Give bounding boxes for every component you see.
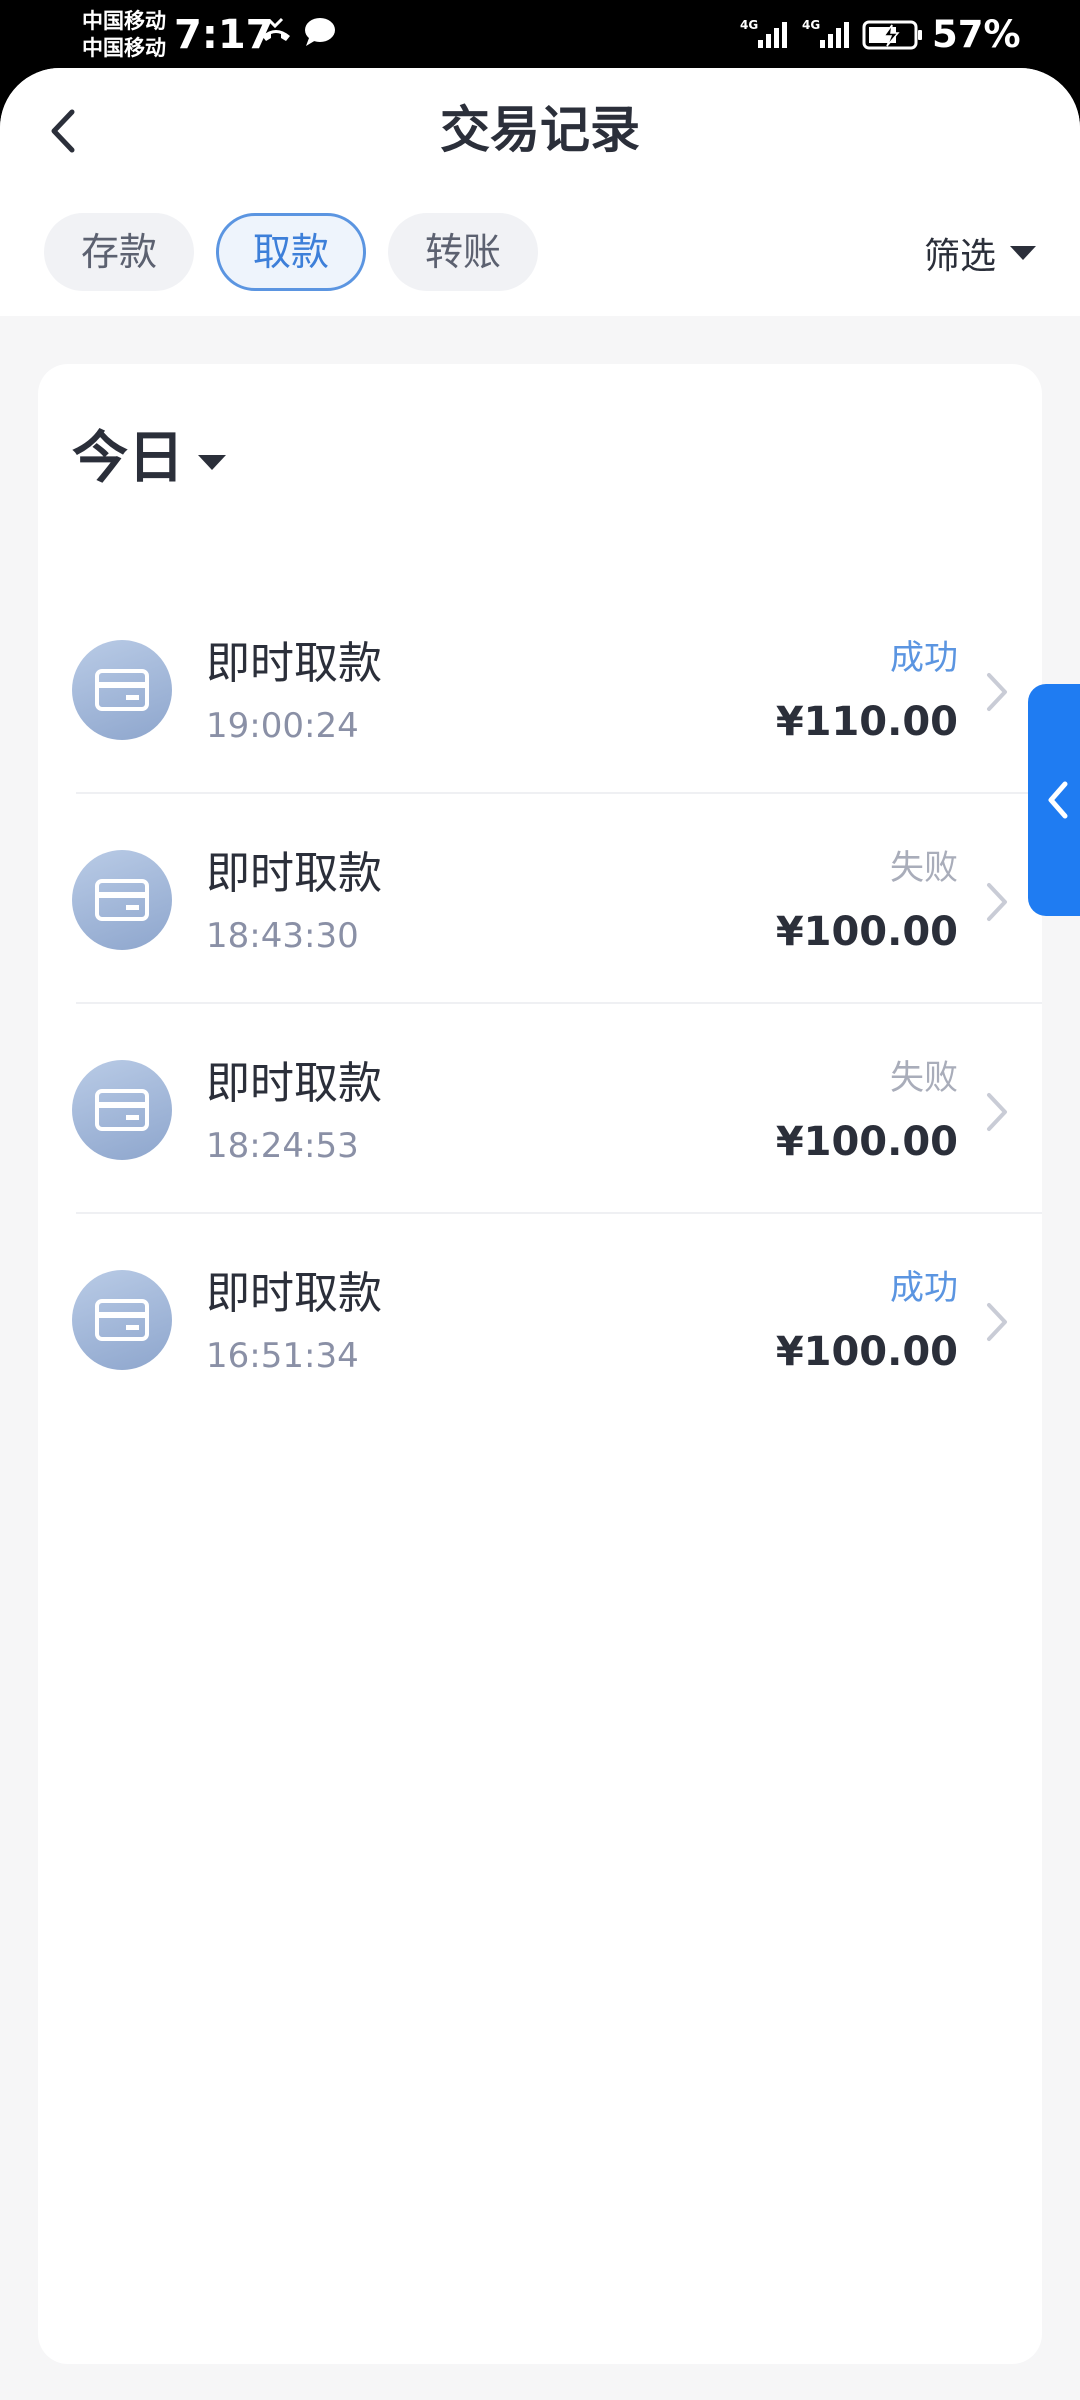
transaction-time: 18:24:53	[206, 1126, 359, 1166]
transaction-row[interactable]: 即时取款 19:00:24 成功 ¥110.00	[38, 584, 1042, 794]
carrier-1: 中国移动	[82, 9, 166, 33]
transaction-records-page: 交易记录 存款 取款 转账 筛选 今日 即时取款 19:00:24 成功 ¥11…	[0, 68, 1080, 2400]
card-icon	[72, 850, 172, 950]
battery-charging-icon	[862, 20, 924, 54]
chevron-right-icon	[987, 1093, 1007, 1131]
filter-label: 筛选	[924, 236, 997, 277]
carrier-2: 中国移动	[82, 36, 166, 60]
transaction-status: 成功	[890, 638, 958, 678]
network-2-label: 4G	[802, 18, 820, 32]
date-label: 今日	[72, 426, 184, 491]
filter-button[interactable]: 筛选	[924, 218, 1037, 288]
caret-down-icon	[198, 454, 226, 470]
transaction-amount: ¥100.00	[775, 909, 958, 955]
transaction-list-card: 今日 即时取款 19:00:24 成功 ¥110.00 即时取款 18:43:3…	[38, 364, 1042, 2364]
missed-call-icon	[258, 14, 294, 54]
transaction-title: 即时取款	[206, 1268, 382, 1319]
network-1-label: 4G	[740, 18, 758, 32]
transaction-status: 失败	[890, 1058, 958, 1098]
transaction-time: 16:51:34	[206, 1336, 359, 1376]
transaction-title: 即时取款	[206, 638, 382, 689]
chevron-right-icon	[987, 673, 1007, 711]
date-range-selector[interactable]: 今日	[72, 424, 226, 494]
carrier-labels: 中国移动 中国移动	[82, 8, 182, 62]
signal-strength-icon: 4G	[738, 16, 796, 56]
battery-percentage: 57%	[932, 13, 1021, 56]
tab-withdraw[interactable]: 取款	[216, 213, 366, 291]
status-bar: 中国移动 中国移动 7:17 4G 4G 57%	[0, 0, 1080, 68]
transaction-time: 19:00:24	[206, 706, 359, 746]
back-button[interactable]	[36, 104, 90, 158]
transaction-amount: ¥110.00	[775, 699, 958, 745]
card-icon	[72, 1270, 172, 1370]
chevron-left-icon	[51, 109, 75, 153]
message-icon	[302, 14, 338, 54]
transaction-title: 即时取款	[206, 1058, 382, 1109]
tab-transfer[interactable]: 转账	[388, 213, 538, 291]
chevron-right-icon	[987, 1303, 1007, 1341]
phone-screen: 中国移动 中国移动 7:17 4G 4G 57% 交易记录 存款 取款 转账 筛…	[0, 0, 1080, 2400]
tab-deposit[interactable]: 存款	[44, 213, 194, 291]
transaction-row[interactable]: 即时取款 16:51:34 成功 ¥100.00	[38, 1214, 1042, 1424]
caret-down-icon	[1010, 246, 1037, 260]
card-icon	[72, 640, 172, 740]
card-icon	[72, 1060, 172, 1160]
transaction-amount: ¥100.00	[775, 1119, 958, 1165]
page-title: 交易记录	[440, 101, 640, 159]
side-panel-toggle[interactable]	[1028, 684, 1080, 916]
page-header: 交易记录 存款 取款 转账 筛选	[0, 68, 1080, 316]
transaction-time: 18:43:30	[206, 916, 359, 956]
chevron-right-icon	[987, 883, 1007, 921]
transaction-amount: ¥100.00	[775, 1329, 958, 1375]
transaction-status: 成功	[890, 1268, 958, 1308]
transaction-row[interactable]: 即时取款 18:43:30 失败 ¥100.00	[38, 794, 1042, 1004]
transaction-status: 失败	[890, 848, 958, 888]
transaction-title: 即时取款	[206, 848, 382, 899]
transaction-row[interactable]: 即时取款 18:24:53 失败 ¥100.00	[38, 1004, 1042, 1214]
chevron-left-icon	[1048, 781, 1068, 819]
signal-strength-icon: 4G	[800, 16, 858, 56]
